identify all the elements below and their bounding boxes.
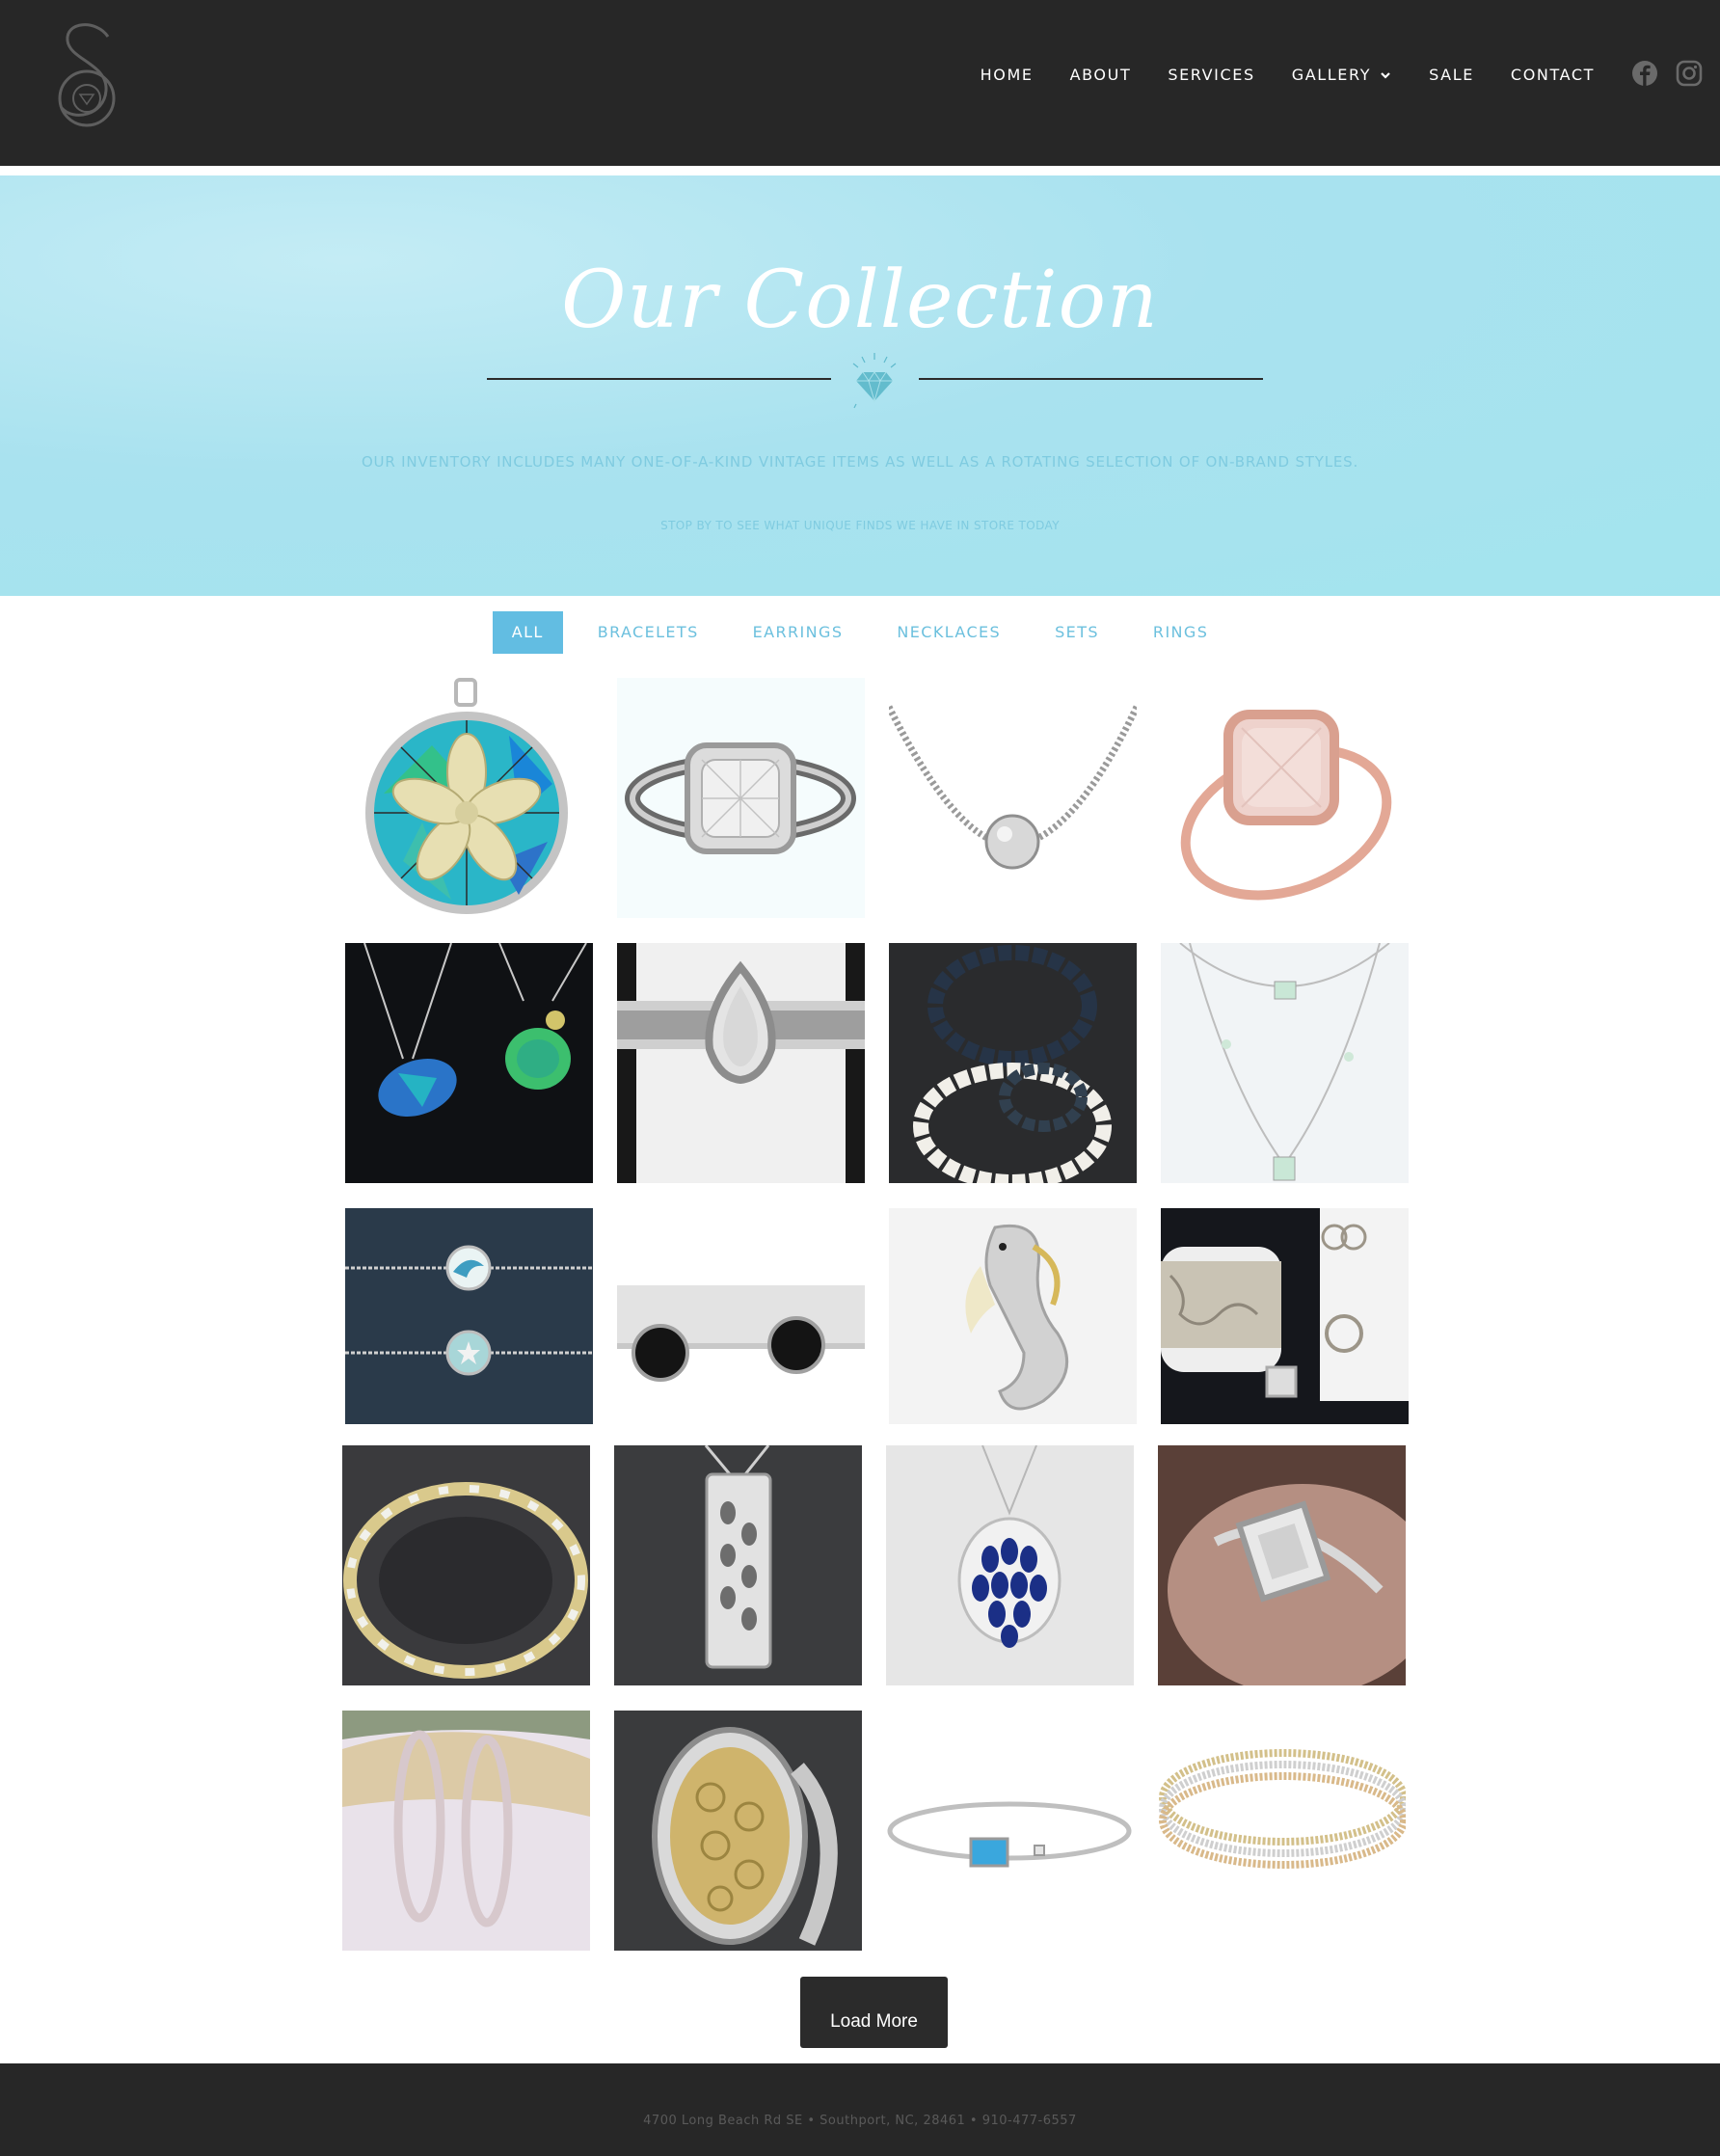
gallery-item-opal-sand-dollar-pendant[interactable]	[345, 678, 593, 918]
header-spacer	[0, 166, 1720, 175]
title-divider-left	[487, 378, 831, 380]
gallery-item-gold-x-link-bracelet[interactable]	[342, 1445, 590, 1685]
social-links	[1631, 60, 1720, 87]
nav-home-label: HOME	[980, 66, 1034, 84]
gallery-item-black-stud-earrings[interactable]	[617, 1208, 865, 1424]
brand-logo-icon[interactable]	[48, 15, 125, 139]
gallery-item-gemstone-station-necklace[interactable]	[1161, 943, 1409, 1183]
load-more-button[interactable]: Load More	[800, 1977, 948, 2048]
gallery-item-opal-sea-turtle-necklaces[interactable]	[345, 943, 593, 1183]
filter-rings[interactable]: RINGS	[1134, 611, 1227, 654]
title-divider-right	[919, 378, 1263, 380]
footer-address: 4700 Long Beach Rd SE • Southport, NC, 2…	[643, 2114, 1077, 2128]
gallery-item-diamond-hoop-earrings[interactable]	[342, 1711, 590, 1951]
gallery-item-blue-topaz-cuff-bracelet[interactable]	[886, 1711, 1134, 1951]
nav-contact[interactable]: CONTACT	[1511, 66, 1595, 84]
filter-bracelets[interactable]: BRACELETS	[578, 611, 718, 654]
gallery-item-morganite-rose-gold-ring[interactable]	[1161, 678, 1409, 918]
nav-gallery[interactable]: GALLERY	[1292, 66, 1392, 84]
main-nav: HOME ABOUT SERVICES GALLERY SALE CONTACT	[944, 66, 1595, 84]
hero-subtext: STOP BY TO SEE WHAT UNIQUE FINDS WE HAVE…	[660, 519, 1060, 532]
gallery-item-filigree-cuff-set[interactable]	[1161, 1208, 1409, 1424]
filter-earrings[interactable]: EARRINGS	[734, 611, 863, 654]
nav-about[interactable]: ABOUT	[1070, 66, 1132, 84]
nav-gallery-label: GALLERY	[1291, 66, 1372, 84]
nav-sale-label: SALE	[1429, 66, 1474, 84]
nav-contact-label: CONTACT	[1510, 66, 1595, 84]
hero-banner: Our Collection OUR INVENTORY INCLUDES MA…	[0, 175, 1720, 596]
gallery-item-pearl-bracelets[interactable]	[889, 943, 1137, 1183]
gallery-item-gold-filigree-oval-ring[interactable]	[614, 1711, 862, 1951]
facebook-icon[interactable]	[1631, 60, 1658, 87]
gallery-item-pave-ball-necklace[interactable]	[889, 678, 1137, 918]
category-filters: ALL BRACELETS EARRINGS NECKLACES SETS RI…	[0, 611, 1720, 654]
nav-home[interactable]: HOME	[981, 66, 1034, 84]
gallery-item-cushion-diamond-halo-ring[interactable]	[617, 678, 865, 918]
hero-description: OUR INVENTORY INCLUDES MANY ONE-OF-A-KIN…	[361, 453, 1359, 471]
nav-about-label: ABOUT	[1069, 66, 1132, 84]
instagram-icon[interactable]	[1676, 60, 1703, 87]
diamond-icon	[852, 353, 897, 409]
gallery-item-emerald-cut-diamond-ring[interactable]	[1158, 1445, 1406, 1685]
gallery-item-pave-bar-pendant[interactable]	[614, 1445, 862, 1685]
nav-sale[interactable]: SALE	[1429, 66, 1474, 84]
nav-services[interactable]: SERVICES	[1168, 66, 1254, 84]
gallery-item-pear-diamond-halo-ring[interactable]	[617, 943, 865, 1183]
gallery-item-wave-starfish-bracelets[interactable]	[345, 1208, 593, 1424]
site-header: HOME ABOUT SERVICES GALLERY SALE CONTACT	[0, 0, 1720, 166]
chevron-down-icon	[1381, 71, 1390, 79]
gallery-item-seahorse-pendant[interactable]	[889, 1208, 1137, 1424]
nav-services-label: SERVICES	[1168, 66, 1255, 84]
page-title: Our Collection	[561, 255, 1159, 346]
filter-sets[interactable]: SETS	[1035, 611, 1118, 654]
site-footer: 4700 Long Beach Rd SE • Southport, NC, 2…	[0, 2063, 1720, 2156]
gallery-item-tri-tone-diamond-bangles[interactable]	[1158, 1711, 1406, 1951]
filter-necklaces[interactable]: NECKLACES	[877, 611, 1020, 654]
gallery-item-sapphire-cluster-pendant[interactable]	[886, 1445, 1134, 1685]
filter-all[interactable]: ALL	[492, 611, 563, 654]
